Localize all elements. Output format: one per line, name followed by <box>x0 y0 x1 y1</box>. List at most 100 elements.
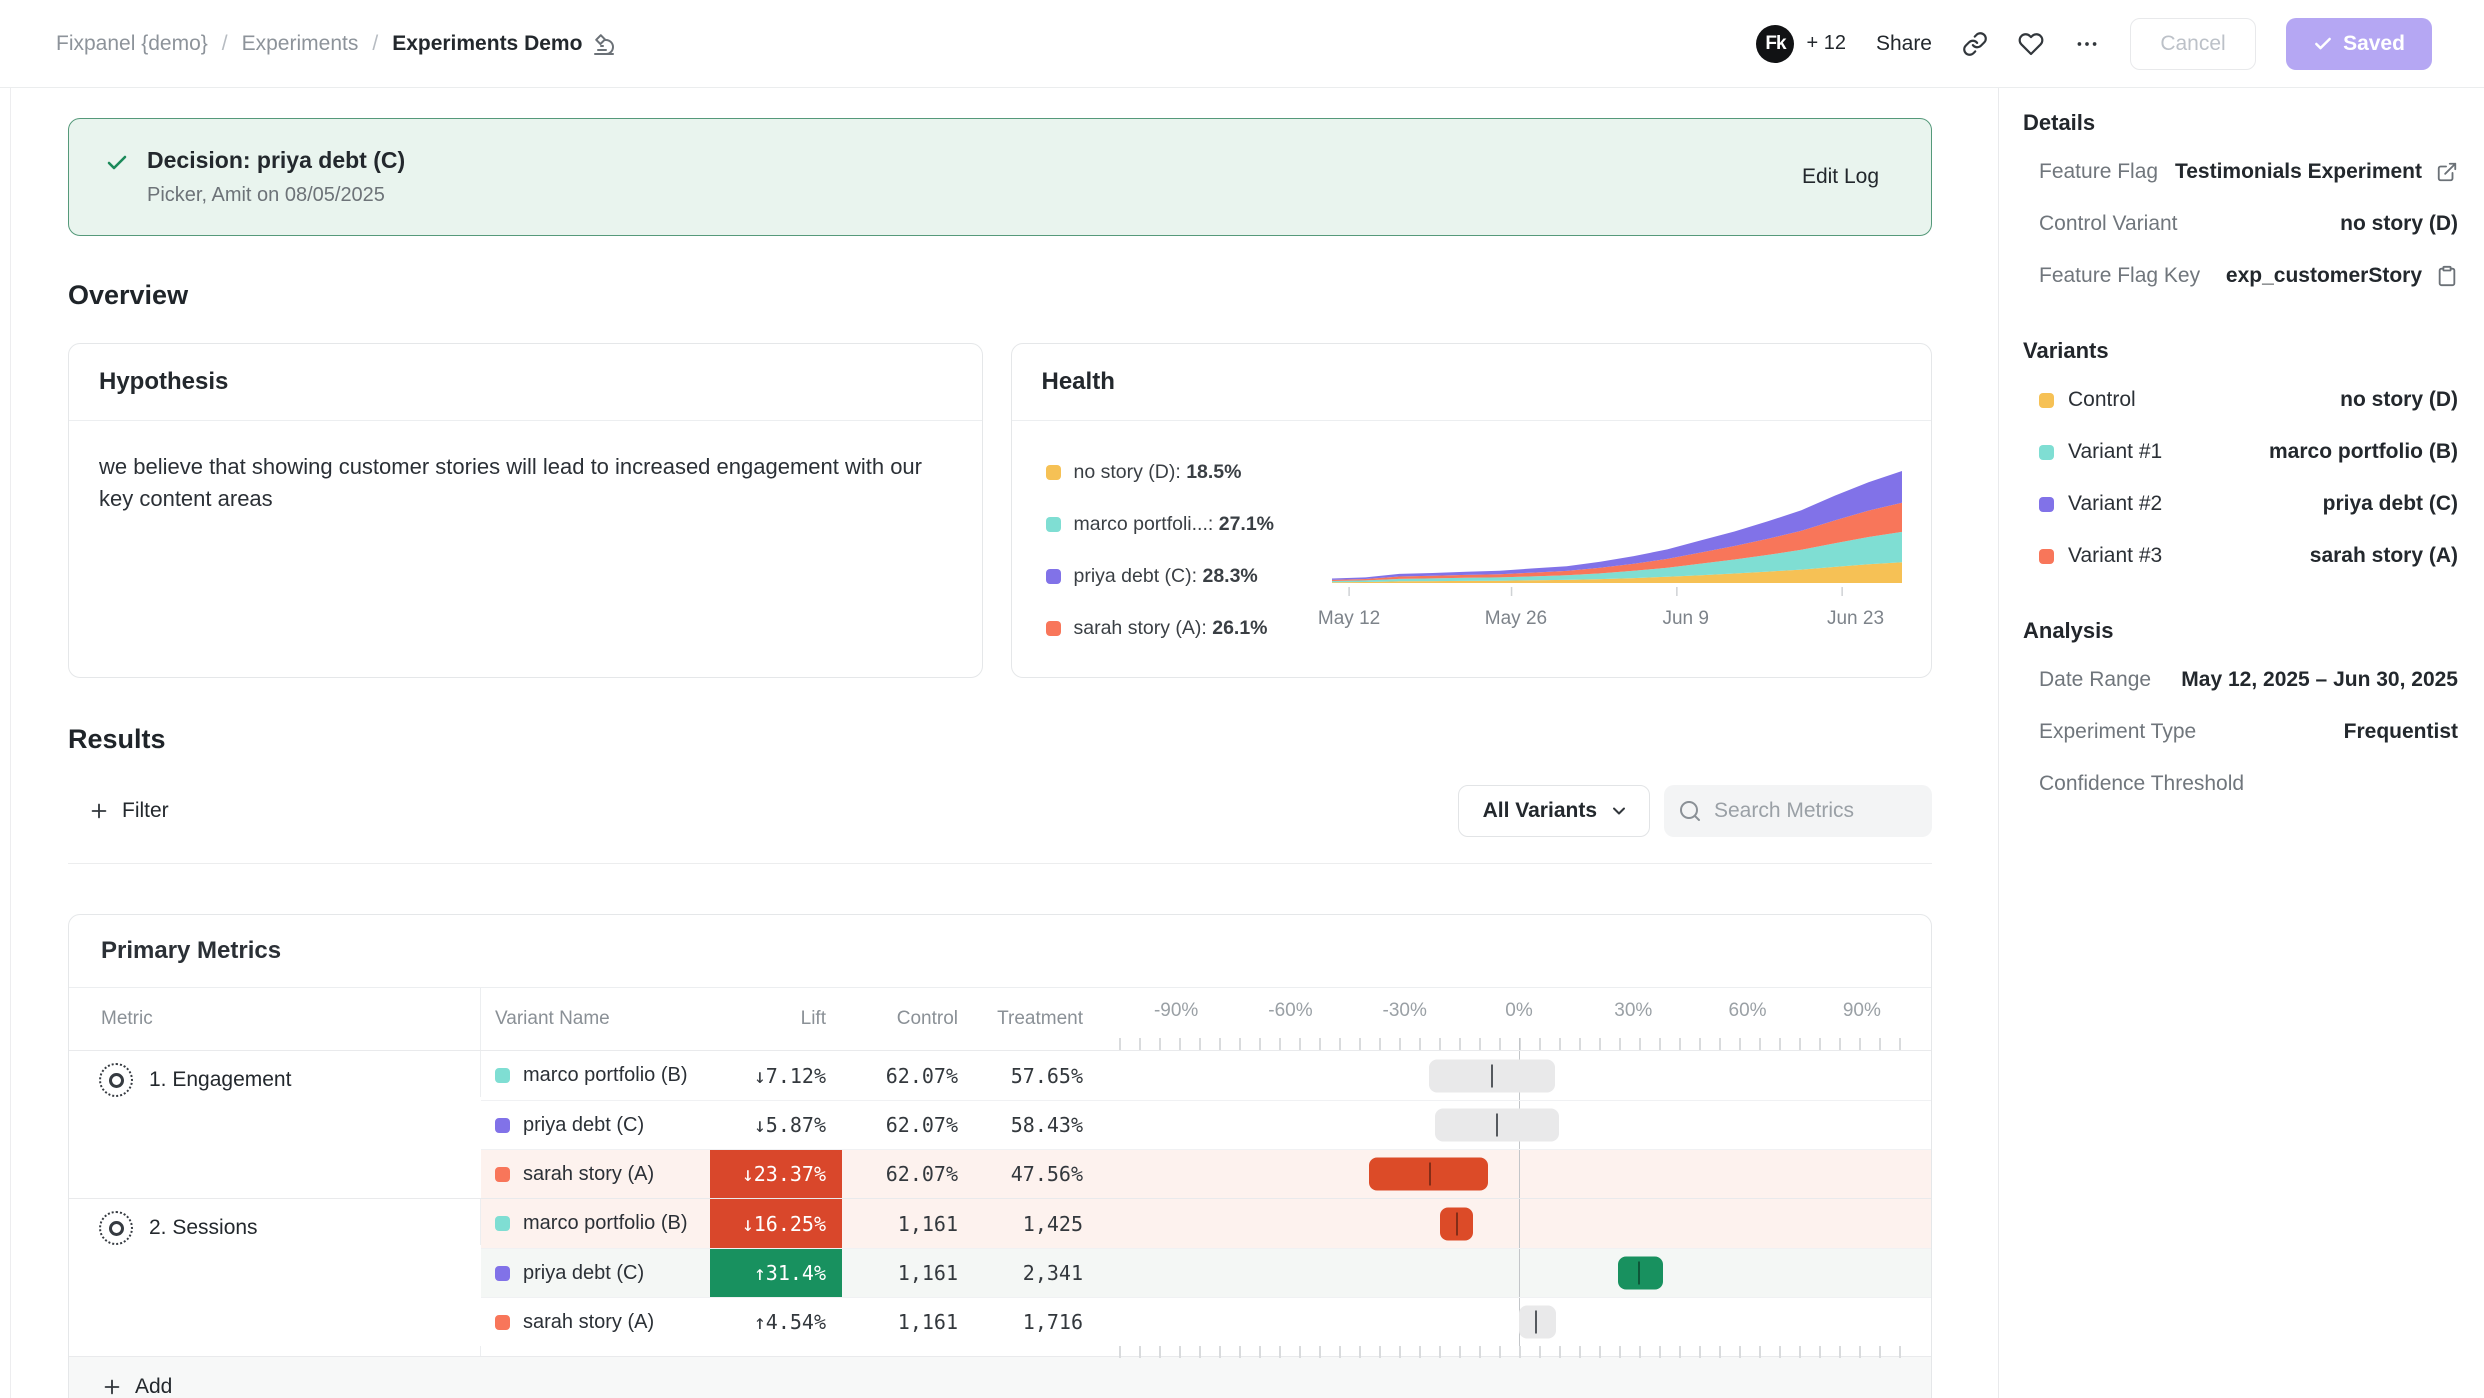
variant-swatch <box>2039 549 2054 564</box>
lift-value: ↑31.4% <box>710 1249 842 1297</box>
analysis-section: Analysis Date Range May 12, 2025 – Jun 3… <box>2023 618 2458 810</box>
ci-median-line <box>1496 1114 1498 1137</box>
external-link-icon[interactable] <box>2436 161 2458 183</box>
flag-key-label: Feature Flag Key <box>2039 264 2200 288</box>
breadcrumb-project[interactable]: Fixpanel {demo} <box>56 32 208 56</box>
variant-swatch <box>495 1266 510 1281</box>
results-heading: Results <box>68 724 1932 755</box>
variant-label: Variant #2 <box>2068 492 2162 516</box>
variant-swatch <box>2039 445 2054 460</box>
variant-swatch <box>495 1315 510 1330</box>
variant-name: priya debt (C) <box>523 1262 644 1285</box>
variants-section: Variants Control no story (D) Variant #1… <box>2023 338 2458 582</box>
legend-text: sarah story (A) 26.1% <box>1074 617 1268 640</box>
copy-clipboard-icon[interactable] <box>2436 265 2458 287</box>
ci-median-line <box>1638 1262 1640 1285</box>
treatment-value: 58.43% <box>966 1113 1091 1137</box>
variant-cell: sarah story (A) <box>481 1163 710 1186</box>
search-icon <box>1678 799 1702 823</box>
experiment-type-row: Experiment Type Frequentist <box>2023 706 2458 758</box>
health-body: no story (D) 18.5% marco portfoli... 27.… <box>1012 421 1932 650</box>
health-card: Health no story (D) 18.5% marco portfoli… <box>1011 343 1933 678</box>
details-section: Details Feature Flag Testimonials Experi… <box>2023 110 2458 302</box>
control-variant-row: Control Variant no story (D) <box>2023 198 2458 250</box>
treatment-value: 1,716 <box>966 1310 1091 1334</box>
edit-log-button[interactable]: Edit Log <box>1802 165 1879 189</box>
legend-item: no story (D) 18.5% <box>1046 461 1332 484</box>
cancel-button[interactable]: Cancel <box>2130 18 2256 70</box>
decision-check-icon <box>105 151 129 175</box>
table-row[interactable]: sarah story (A) ↓23.37% 62.07% 47.56% <box>481 1149 1931 1198</box>
details-heading: Details <box>2023 110 2458 136</box>
ci-axis-tick-label: 90% <box>1843 1000 1881 1022</box>
ci-cell <box>1091 1249 1931 1297</box>
microscope-icon <box>592 32 616 56</box>
ci-cell <box>1091 1150 1931 1198</box>
content: Decision: priya debt (C) Picker, Amit on… <box>0 88 2484 1398</box>
variant-name: sarah story (A) <box>523 1311 654 1334</box>
saved-button[interactable]: Saved <box>2286 18 2432 70</box>
ci-axis-ticks-bottom <box>1119 1346 1919 1358</box>
ci-zero-line <box>1519 1199 1520 1248</box>
search-metrics-input[interactable] <box>1714 799 1918 823</box>
filter-button[interactable]: Filter <box>68 799 169 823</box>
legend-item: sarah story (A) 26.1% <box>1046 617 1332 640</box>
ci-axis-tick-label: 0% <box>1505 1000 1532 1022</box>
flag-key-value: exp_customerStory <box>2226 264 2422 288</box>
hypothesis-title: Hypothesis <box>69 344 982 421</box>
more-options-icon[interactable] <box>2074 31 2100 57</box>
table-row[interactable]: priya debt (C) ↓5.87% 62.07% 58.43% <box>481 1100 1931 1149</box>
decision-text: Decision: priya debt (C) Picker, Amit on… <box>147 147 1802 207</box>
top-header: Fixpanel {demo} / Experiments / Experime… <box>0 0 2484 88</box>
feature-flag-row: Feature Flag Testimonials Experiment <box>2023 146 2458 198</box>
metric-name: 2. Sessions <box>149 1216 258 1240</box>
hypothesis-card: Hypothesis we believe that showing custo… <box>68 343 983 678</box>
treatment-value: 57.65% <box>966 1064 1091 1088</box>
legend-item: priya debt (C) 28.3% <box>1046 565 1332 588</box>
toolbar-divider <box>68 863 1932 864</box>
control-value: 62.07% <box>842 1064 966 1088</box>
control-variant-value: no story (D) <box>2340 212 2458 236</box>
hypothesis-body: we believe that showing customer stories… <box>69 421 982 545</box>
variant-swatch <box>2039 497 2054 512</box>
table-row[interactable]: priya debt (C) ↑31.4% 1,161 2,341 <box>481 1248 1931 1297</box>
health-legend: no story (D) 18.5% marco portfoli... 27.… <box>1046 447 1332 640</box>
add-metric-label: Add <box>135 1375 172 1398</box>
health-title: Health <box>1012 344 1932 421</box>
metric-target-icon <box>99 1211 133 1245</box>
x-tick-label: Jun 23 <box>1827 608 1884 630</box>
breadcrumb-experiments[interactable]: Experiments <box>242 32 359 56</box>
overview-heading: Overview <box>68 280 1932 311</box>
experiment-type-label: Experiment Type <box>2039 720 2196 744</box>
variant-value: marco portfolio (B) <box>2269 440 2458 464</box>
ci-axis-tick-label: -60% <box>1268 1000 1312 1022</box>
variant-cell: priya debt (C) <box>481 1114 710 1137</box>
ci-cell <box>1091 1101 1931 1149</box>
avatar[interactable]: Fk <box>1756 25 1794 63</box>
lift-value: ↑4.54% <box>710 1298 842 1346</box>
variants-dropdown-label: All Variants <box>1483 799 1597 823</box>
confidence-interval-bar <box>1519 1306 1556 1339</box>
add-metric-button[interactable]: Add <box>69 1356 1931 1398</box>
treatment-value: 2,341 <box>966 1261 1091 1285</box>
primary-metrics-title: Primary Metrics <box>69 915 1931 988</box>
control-value: 1,161 <box>842 1212 966 1236</box>
favorite-heart-icon[interactable] <box>2018 31 2044 57</box>
table-row[interactable]: sarah story (A) ↑4.54% 1,161 1,716 <box>481 1297 1931 1346</box>
copy-link-icon[interactable] <box>1962 31 1988 57</box>
ci-zero-line <box>1519 1150 1520 1198</box>
ci-axis-tick-label: 30% <box>1614 1000 1652 1022</box>
variants-dropdown[interactable]: All Variants <box>1458 785 1650 837</box>
date-range-row: Date Range May 12, 2025 – Jun 30, 2025 <box>2023 654 2458 706</box>
decision-banner: Decision: priya debt (C) Picker, Amit on… <box>68 118 1932 236</box>
share-button[interactable]: Share <box>1876 32 1932 56</box>
ci-median-line <box>1491 1064 1493 1087</box>
col-lift: Lift <box>710 1008 842 1030</box>
table-row[interactable]: marco portfolio (B) ↓16.25% 1,161 1,425 <box>481 1199 1931 1248</box>
ci-median-line <box>1456 1212 1458 1235</box>
feature-flag-value[interactable]: Testimonials Experiment <box>2175 160 2422 184</box>
ci-zero-line <box>1519 1038 1520 1050</box>
table-row[interactable]: marco portfolio (B) ↓7.12% 62.07% 57.65% <box>481 1051 1931 1100</box>
legend-text: no story (D) 18.5% <box>1074 461 1242 484</box>
plus-icon <box>101 1376 123 1398</box>
